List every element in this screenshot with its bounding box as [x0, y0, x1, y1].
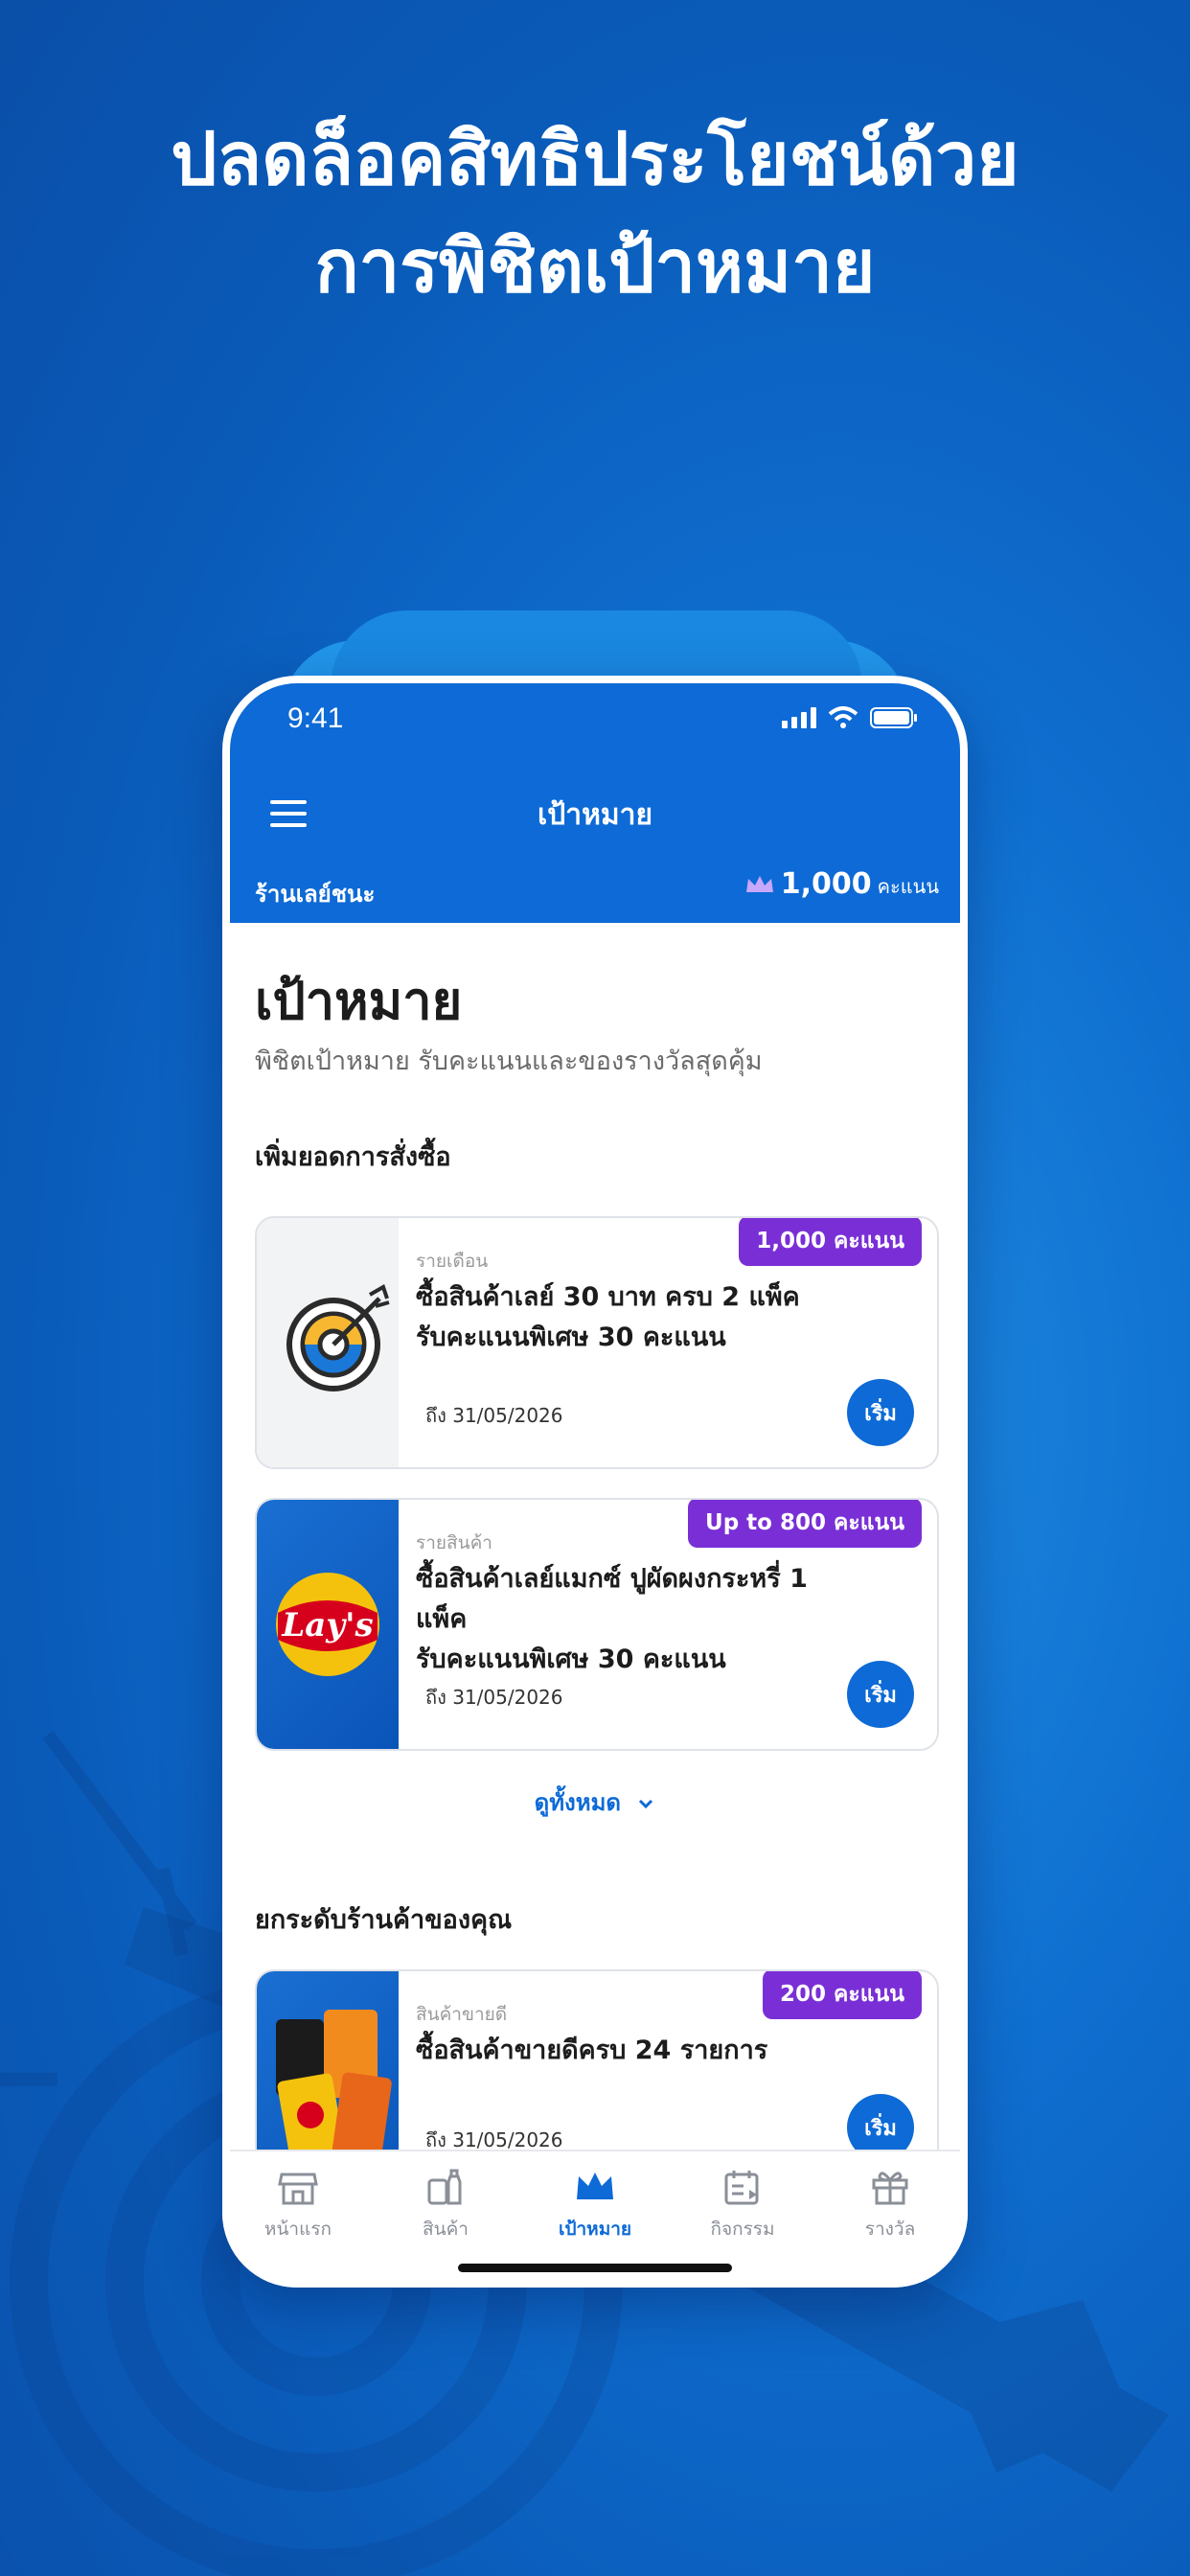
goal-card[interactable]: 200 คะแนน สินค้าขายดี ซื้อสินค้าขายดีครบ…	[255, 1969, 939, 2151]
points-balance[interactable]: 1,000 คะแนน	[744, 867, 939, 902]
bottom-tab-bar: หน้าแรก สินค้า เป้าหมาย กิจกรรม รางวัล	[222, 2150, 968, 2288]
points-unit: คะแนน	[877, 875, 939, 898]
goal-due-date: ถึง 31/05/2026	[425, 1686, 563, 1709]
goal-card[interactable]: Lay's Up to 800 คะแนน รายสินค้า ซื้อสินค…	[255, 1498, 939, 1751]
goal-category: รายเดือน	[416, 1251, 489, 1272]
goal-description-line-1: ซื้อสินค้าเลย์แมกซ์ ปูผัดผงกระหรี่ 1 แพ็…	[416, 1564, 808, 1634]
svg-text:Lay's: Lay's	[281, 1606, 373, 1644]
phone-mockup: 9:41 เป้าหมาย ร้านเลย์ชนะ 1,000 คะแนน เป…	[222, 676, 968, 2288]
goal-thumbnail: Lay's	[257, 1500, 399, 1749]
store-icon	[278, 2173, 318, 2205]
gift-icon	[872, 2172, 908, 2205]
goal-thumbnail	[257, 1218, 399, 1467]
tab-goals[interactable]: เป้าหมาย	[533, 2165, 657, 2243]
signal-icon	[782, 707, 816, 728]
goal-description: ซื้อสินค้าเลย์ 30 บาท ครบ 2 แพ็ค รับคะแน…	[416, 1277, 818, 1358]
goal-thumbnail	[257, 1971, 399, 2151]
battery-icon	[870, 707, 917, 728]
see-all-link[interactable]: ดูทั้งหมด	[222, 1783, 968, 1821]
promo-headline: ปลดล็อคสิทธิประโยชน์ด้วย การพิชิตเป้าหมา…	[0, 105, 1190, 320]
products-icon	[427, 2169, 462, 2205]
tab-label: สินค้า	[423, 2219, 469, 2240]
goal-description-line-1: ซื้อสินค้าเลย์ 30 บาท ครบ 2 แพ็ค	[416, 1282, 800, 1312]
lays-logo: Lay's	[276, 1573, 379, 1676]
tab-label: หน้าแรก	[263, 2219, 332, 2240]
status-time: 9:41	[287, 702, 344, 734]
start-button[interactable]: เริ่ม	[847, 1379, 914, 1446]
points-badge: 200 คะแนน	[762, 1971, 922, 2019]
tab-rewards[interactable]: รางวัล	[828, 2165, 952, 2243]
page-title: เป้าหมาย	[255, 971, 463, 1031]
goal-description: ซื้อสินค้าขายดีครบ 24 รายการ	[416, 2031, 818, 2071]
goal-card[interactable]: 1,000 คะแนน รายเดือน ซื้อสินค้าเลย์ 30 บ…	[255, 1216, 939, 1469]
start-button[interactable]: เริ่ม	[847, 1661, 914, 1728]
chevron-down-icon	[639, 1799, 653, 1809]
goal-due-date: ถึง 31/05/2026	[425, 2128, 563, 2151]
section-title-increase-orders: เพิ่มยอดการสั่งซื้อ	[255, 1142, 451, 1172]
tab-label: กิจกรรม	[710, 2219, 775, 2240]
start-button[interactable]: เริ่ม	[847, 2094, 914, 2151]
app-bar-title: เป้าหมาย	[537, 798, 653, 832]
tab-products[interactable]: สินค้า	[383, 2165, 508, 2243]
goal-due-date: ถึง 31/05/2026	[425, 1404, 563, 1427]
shop-name: ร้านเลย์ชนะ	[255, 881, 376, 908]
goal-description-line-2: รับคะแนนพิเศษ 30 คะแนน	[416, 1644, 726, 1674]
headline-line-2: การพิชิตเป้าหมาย	[314, 223, 876, 309]
page-subtitle: พิชิตเป้าหมาย รับคะแนนและของรางวัลสุดคุ้…	[255, 1046, 763, 1076]
points-badge: 1,000 คะแนน	[739, 1218, 922, 1266]
points-value: 1,000	[780, 867, 872, 901]
app-header: 9:41 เป้าหมาย ร้านเลย์ชนะ 1,000 คะแนน	[222, 676, 968, 923]
goal-category: สินค้าขายดี	[416, 2004, 508, 2025]
goal-description-line-1: ซื้อสินค้าขายดีครบ 24 รายการ	[416, 2036, 768, 2065]
home-indicator	[458, 2264, 732, 2272]
tab-label: รางวัล	[864, 2219, 916, 2240]
see-all-label: ดูทั้งหมด	[534, 1789, 621, 1816]
headline-line-1: ปลดล็อคสิทธิประโยชน์ด้วย	[171, 116, 1019, 201]
status-icons	[782, 706, 918, 729]
goals-content[interactable]: เป้าหมาย พิชิตเป้าหมาย รับคะแนนและของราง…	[222, 923, 968, 2151]
section-title-upgrade-store: ยกระดับร้านค้าของคุณ	[255, 1905, 513, 1935]
points-badge: Up to 800 คะแนน	[688, 1500, 922, 1548]
tab-activities[interactable]: กิจกรรม	[680, 2165, 805, 2243]
calendar-icon	[724, 2171, 759, 2205]
tab-label: เป้าหมาย	[558, 2219, 632, 2240]
goal-description: ซื้อสินค้าเลย์แมกซ์ ปูผัดผงกระหรี่ 1 แพ็…	[416, 1559, 818, 1680]
goal-description-line-2: รับคะแนนพิเศษ 30 คะแนน	[416, 1322, 726, 1352]
snack-bags-image	[276, 2010, 392, 2151]
target-icon	[286, 1284, 390, 1392]
tab-home[interactable]: หน้าแรก	[236, 2165, 360, 2243]
crown-icon	[577, 2173, 613, 2199]
goal-category: รายสินค้า	[416, 1532, 492, 1553]
crown-icon	[745, 876, 773, 892]
wifi-icon	[828, 706, 858, 728]
